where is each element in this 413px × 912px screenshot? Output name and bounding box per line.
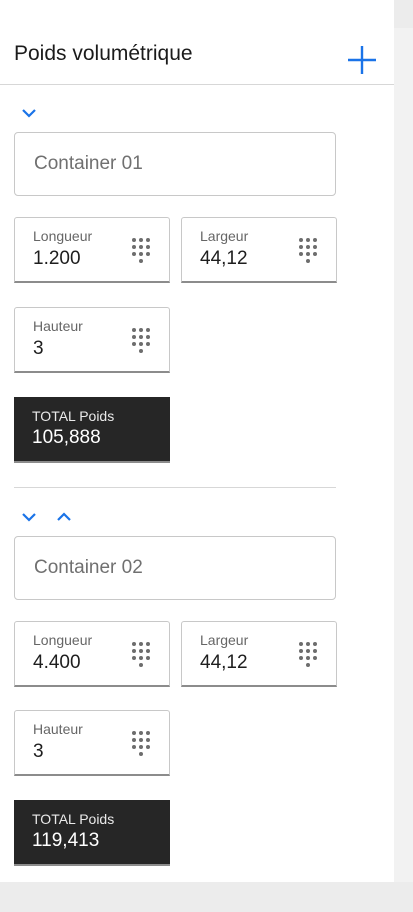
keypad-icon[interactable] xyxy=(131,327,151,355)
total-poids-field: TOTAL Poids 119,413 xyxy=(14,800,170,866)
hauteur-label: Hauteur xyxy=(33,721,83,737)
longueur-value: 4.400 xyxy=(33,652,81,673)
total-poids-label: TOTAL Poids xyxy=(32,408,115,424)
header-divider xyxy=(0,84,394,85)
section-divider xyxy=(14,487,336,488)
move-down-chevron-icon[interactable] xyxy=(20,510,38,522)
container-name-field[interactable]: Container 02 xyxy=(14,536,336,600)
right-scroll-track xyxy=(394,28,413,882)
largeur-label: Largeur xyxy=(200,228,249,244)
largeur-value: 44,12 xyxy=(200,248,248,269)
hauteur-value: 3 xyxy=(33,741,44,762)
longueur-field[interactable]: Longueur 4.400 xyxy=(14,621,170,687)
largeur-field[interactable]: Largeur 44,12 xyxy=(181,621,337,687)
total-poids-label: TOTAL Poids xyxy=(32,811,115,827)
container-name-field[interactable]: Container 01 xyxy=(14,132,336,196)
longueur-label: Longueur xyxy=(33,228,93,244)
longueur-value: 1.200 xyxy=(33,248,81,269)
form-panel: Poids volumétrique Container 01 Longueur… xyxy=(0,0,394,882)
keypad-icon[interactable] xyxy=(131,730,151,758)
largeur-field[interactable]: Largeur 44,12 xyxy=(181,217,337,283)
collapse-chevron-down-icon[interactable] xyxy=(20,106,38,118)
container-name-value: Container 02 xyxy=(34,557,143,578)
keypad-icon[interactable] xyxy=(298,641,318,669)
keypad-icon[interactable] xyxy=(298,237,318,265)
hauteur-value: 3 xyxy=(33,338,44,359)
bottom-background xyxy=(18,882,413,912)
total-poids-field: TOTAL Poids 105,888 xyxy=(14,397,170,463)
longueur-label: Longueur xyxy=(33,632,93,648)
hauteur-field[interactable]: Hauteur 3 xyxy=(14,710,170,776)
total-poids-value: 105,888 xyxy=(32,427,101,448)
container-name-value: Container 01 xyxy=(34,153,143,174)
page-title: Poids volumétrique xyxy=(14,42,193,65)
add-container-button[interactable] xyxy=(346,44,378,76)
hauteur-field[interactable]: Hauteur 3 xyxy=(14,307,170,373)
hauteur-label: Hauteur xyxy=(33,318,83,334)
move-up-chevron-icon[interactable] xyxy=(55,510,73,522)
largeur-label: Largeur xyxy=(200,632,249,648)
keypad-icon[interactable] xyxy=(131,237,151,265)
longueur-field[interactable]: Longueur 1.200 xyxy=(14,217,170,283)
largeur-value: 44,12 xyxy=(200,652,248,673)
total-poids-value: 119,413 xyxy=(32,830,100,851)
plus-icon xyxy=(348,46,376,74)
keypad-icon[interactable] xyxy=(131,641,151,669)
